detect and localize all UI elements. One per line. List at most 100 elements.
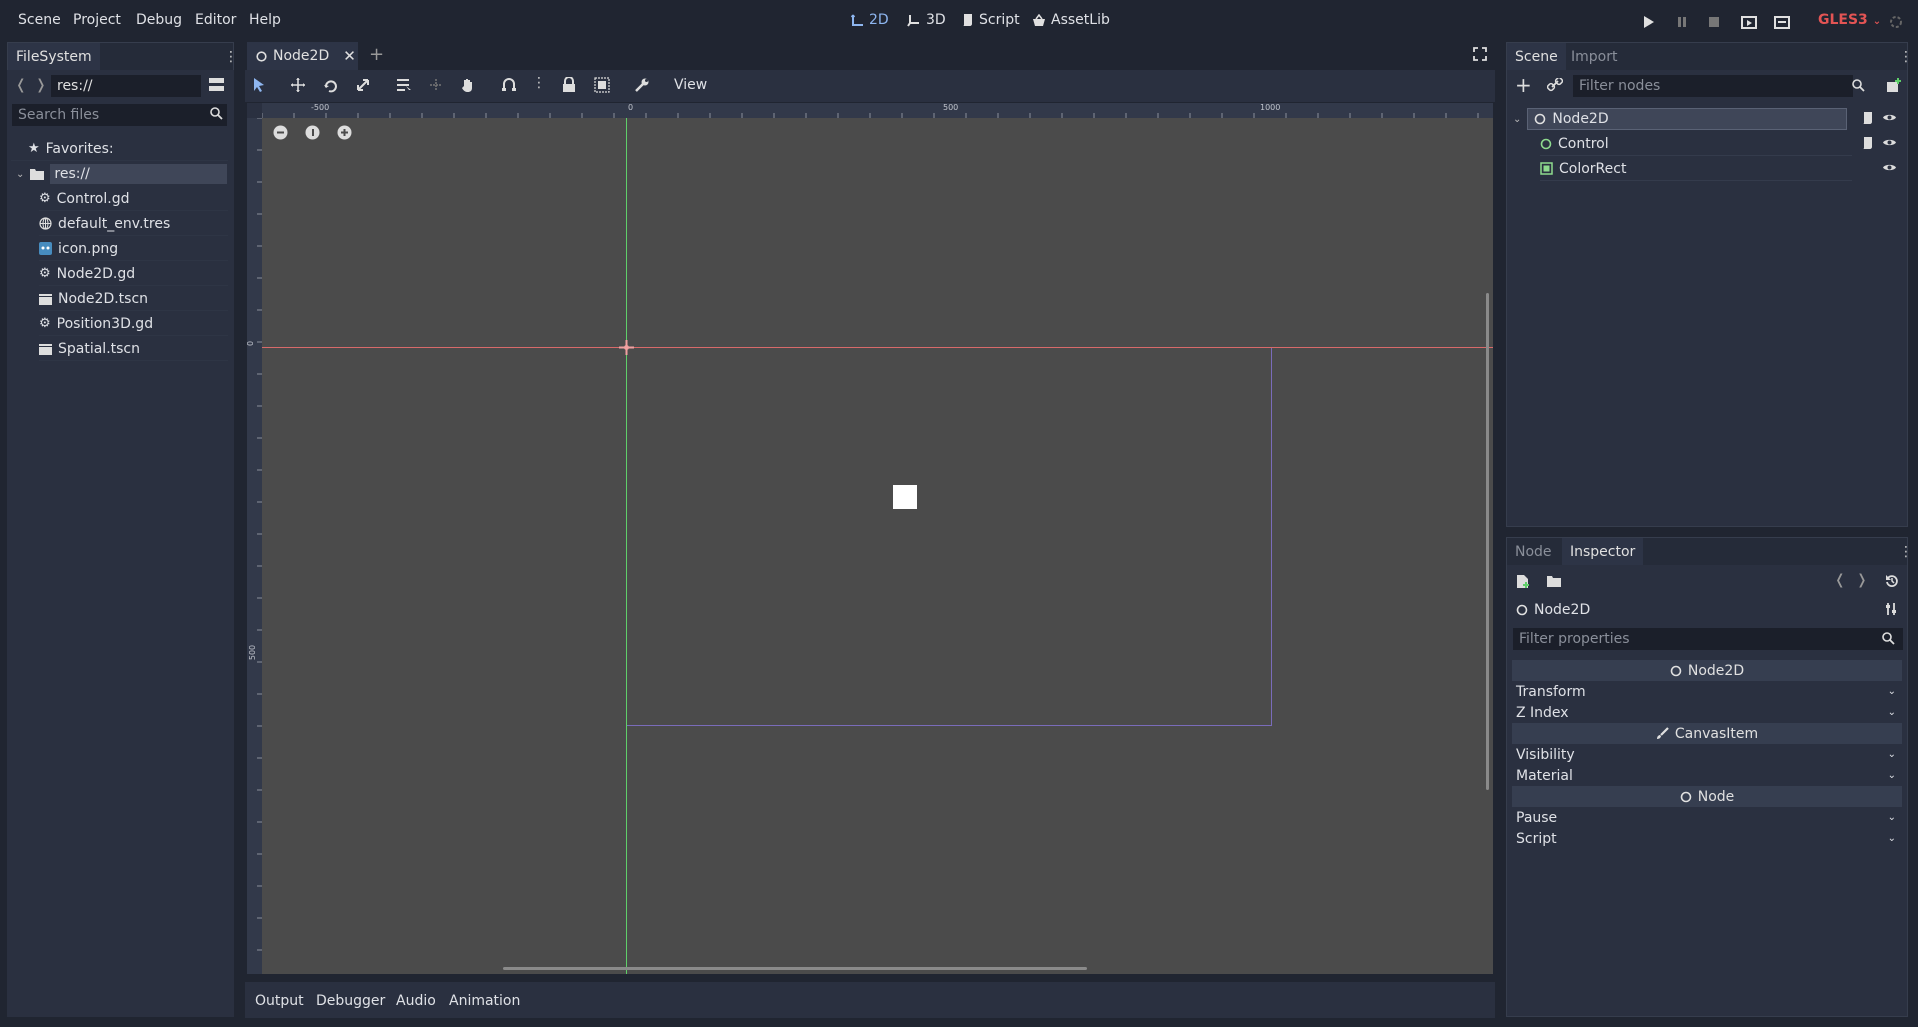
rotate-tool-icon[interactable] xyxy=(323,77,339,93)
ruler-label: 1000 xyxy=(1260,103,1281,112)
horizontal-scrollbar[interactable] xyxy=(503,967,1087,970)
play-custom-scene-icon[interactable] xyxy=(1773,13,1791,31)
zoom-reset-icon[interactable] xyxy=(305,125,320,140)
section-canvasitem[interactable]: CanvasItem xyxy=(1512,723,1902,744)
kebab-menu-icon[interactable]: ⋮ xyxy=(1899,49,1913,65)
wrench-icon[interactable] xyxy=(634,77,650,93)
group-icon[interactable] xyxy=(594,77,610,93)
file-item[interactable]: Spatial.tscn xyxy=(39,337,228,361)
script-icon[interactable] xyxy=(1862,136,1873,150)
gear-icon: ⚙ xyxy=(39,191,51,206)
history-icon[interactable] xyxy=(1885,574,1899,588)
view-menu[interactable]: View xyxy=(674,77,707,93)
kebab-menu-icon[interactable]: ⋮ xyxy=(1899,544,1913,560)
eye-icon[interactable] xyxy=(1882,137,1897,148)
pivot-tool-icon[interactable] xyxy=(428,77,444,93)
section-node[interactable]: Node xyxy=(1512,786,1902,807)
file-item[interactable]: icon.png xyxy=(39,237,228,261)
file-item[interactable]: ⚙ Position3D.gd xyxy=(39,312,228,336)
stop-icon[interactable] xyxy=(1705,13,1723,31)
favorites-item[interactable]: ★ Favorites: xyxy=(11,137,228,161)
link-icon[interactable] xyxy=(1547,78,1563,92)
mode-assetlib-button[interactable]: AssetLib xyxy=(1032,12,1110,28)
eye-icon[interactable] xyxy=(1882,112,1897,123)
tab-import[interactable]: Import xyxy=(1563,43,1625,70)
object-properties-icon[interactable] xyxy=(1884,602,1898,616)
2d-viewport[interactable]: -500 0 500 1000 0 500 xyxy=(247,103,1493,974)
property-transform[interactable]: Transform ⌄ xyxy=(1512,681,1902,702)
color-rect[interactable] xyxy=(893,485,917,509)
menu-debug[interactable]: Debug xyxy=(136,12,182,28)
tree-item-control[interactable]: Control xyxy=(1540,132,1852,156)
folder-root[interactable]: ⌄ res:// xyxy=(16,162,227,186)
top-bar: Scene Project Debug Editor Help 2D 3D Sc… xyxy=(0,0,1918,42)
vertical-scrollbar[interactable] xyxy=(1486,293,1489,790)
back-arrow-icon[interactable]: ❬ xyxy=(1834,572,1846,588)
path-field[interactable] xyxy=(50,74,202,98)
file-item[interactable]: default_env.tres xyxy=(39,212,228,236)
tab-node[interactable]: Node xyxy=(1507,538,1560,565)
filter-nodes-input[interactable] xyxy=(1572,74,1854,98)
tab-animation[interactable]: Animation xyxy=(449,993,520,1009)
file-item[interactable]: ⚙ Node2D.gd xyxy=(39,262,228,286)
play-scene-icon[interactable] xyxy=(1740,13,1758,31)
open-folder-icon[interactable] xyxy=(1547,575,1562,588)
pan-tool-icon[interactable] xyxy=(460,77,476,93)
ruler-vertical: 0 500 xyxy=(247,103,262,974)
node-circle-icon xyxy=(1680,791,1692,803)
pause-icon[interactable] xyxy=(1673,13,1691,31)
menu-editor[interactable]: Editor xyxy=(195,12,236,28)
property-visibility[interactable]: Visibility ⌄ xyxy=(1512,744,1902,765)
select-tool-icon[interactable] xyxy=(252,77,266,93)
tab-audio[interactable]: Audio xyxy=(396,993,436,1009)
renderer-selector[interactable]: GLES3 ⌄ xyxy=(1818,12,1881,28)
menu-project[interactable]: Project xyxy=(73,12,121,28)
menu-help[interactable]: Help xyxy=(249,12,281,28)
forward-arrow-icon[interactable]: ❭ xyxy=(35,77,47,93)
eye-icon[interactable] xyxy=(1882,162,1897,173)
mode-2d-button[interactable]: 2D xyxy=(851,12,889,28)
new-resource-icon[interactable] xyxy=(1516,574,1530,589)
property-material[interactable]: Material ⌄ xyxy=(1512,765,1902,786)
search-icon xyxy=(210,107,223,120)
fullscreen-icon[interactable] xyxy=(1473,47,1487,61)
tab-scene[interactable]: Scene xyxy=(1507,43,1566,70)
zoom-out-icon[interactable] xyxy=(273,125,288,140)
back-arrow-icon[interactable]: ❬ xyxy=(15,77,27,93)
tab-debugger[interactable]: Debugger xyxy=(316,993,385,1009)
mode-script-button[interactable]: Script xyxy=(962,12,1020,28)
kebab-menu-icon[interactable]: ⋮ xyxy=(224,49,238,65)
property-script[interactable]: Script ⌄ xyxy=(1512,828,1902,849)
tree-item-node2d[interactable]: ⌄ Node2D xyxy=(1513,107,1853,131)
kebab-menu-icon[interactable]: ⋮ xyxy=(532,75,546,91)
chevron-down-icon: ⌄ xyxy=(1887,812,1896,823)
tree-item-colorrect[interactable]: ColorRect xyxy=(1540,157,1852,181)
snap-icon[interactable] xyxy=(501,77,517,93)
lock-icon[interactable] xyxy=(562,77,576,93)
close-icon[interactable]: ✕ xyxy=(343,47,356,65)
script-icon[interactable] xyxy=(1862,111,1873,125)
scale-tool-icon[interactable] xyxy=(355,77,371,93)
add-tab-icon[interactable]: + xyxy=(369,44,384,65)
add-node-icon[interactable]: + xyxy=(1515,75,1532,95)
file-item[interactable]: Node2D.tscn xyxy=(39,287,228,311)
file-item[interactable]: ⚙ Control.gd xyxy=(39,187,228,211)
tab-node2d[interactable]: Node2D ✕ xyxy=(247,42,358,70)
property-pause[interactable]: Pause ⌄ xyxy=(1512,807,1902,828)
list-select-icon[interactable] xyxy=(396,77,412,93)
mode-3d-button[interactable]: 3D xyxy=(907,12,946,28)
zoom-in-icon[interactable] xyxy=(337,125,352,140)
menu-scene[interactable]: Scene xyxy=(18,12,61,28)
instance-scene-icon[interactable] xyxy=(1885,78,1901,93)
split-mode-icon[interactable] xyxy=(209,77,224,92)
section-node2d[interactable]: Node2D xyxy=(1512,660,1902,681)
play-icon[interactable] xyxy=(1640,13,1658,31)
tab-inspector[interactable]: Inspector xyxy=(1562,538,1644,565)
search-files-input[interactable] xyxy=(11,103,228,127)
move-tool-icon[interactable] xyxy=(290,77,306,93)
forward-arrow-icon[interactable]: ❭ xyxy=(1856,572,1868,588)
tab-filesystem[interactable]: FileSystem xyxy=(8,43,100,70)
property-zindex[interactable]: Z Index ⌄ xyxy=(1512,702,1902,723)
tab-output[interactable]: Output xyxy=(255,993,304,1009)
filter-properties-input[interactable] xyxy=(1512,627,1904,651)
